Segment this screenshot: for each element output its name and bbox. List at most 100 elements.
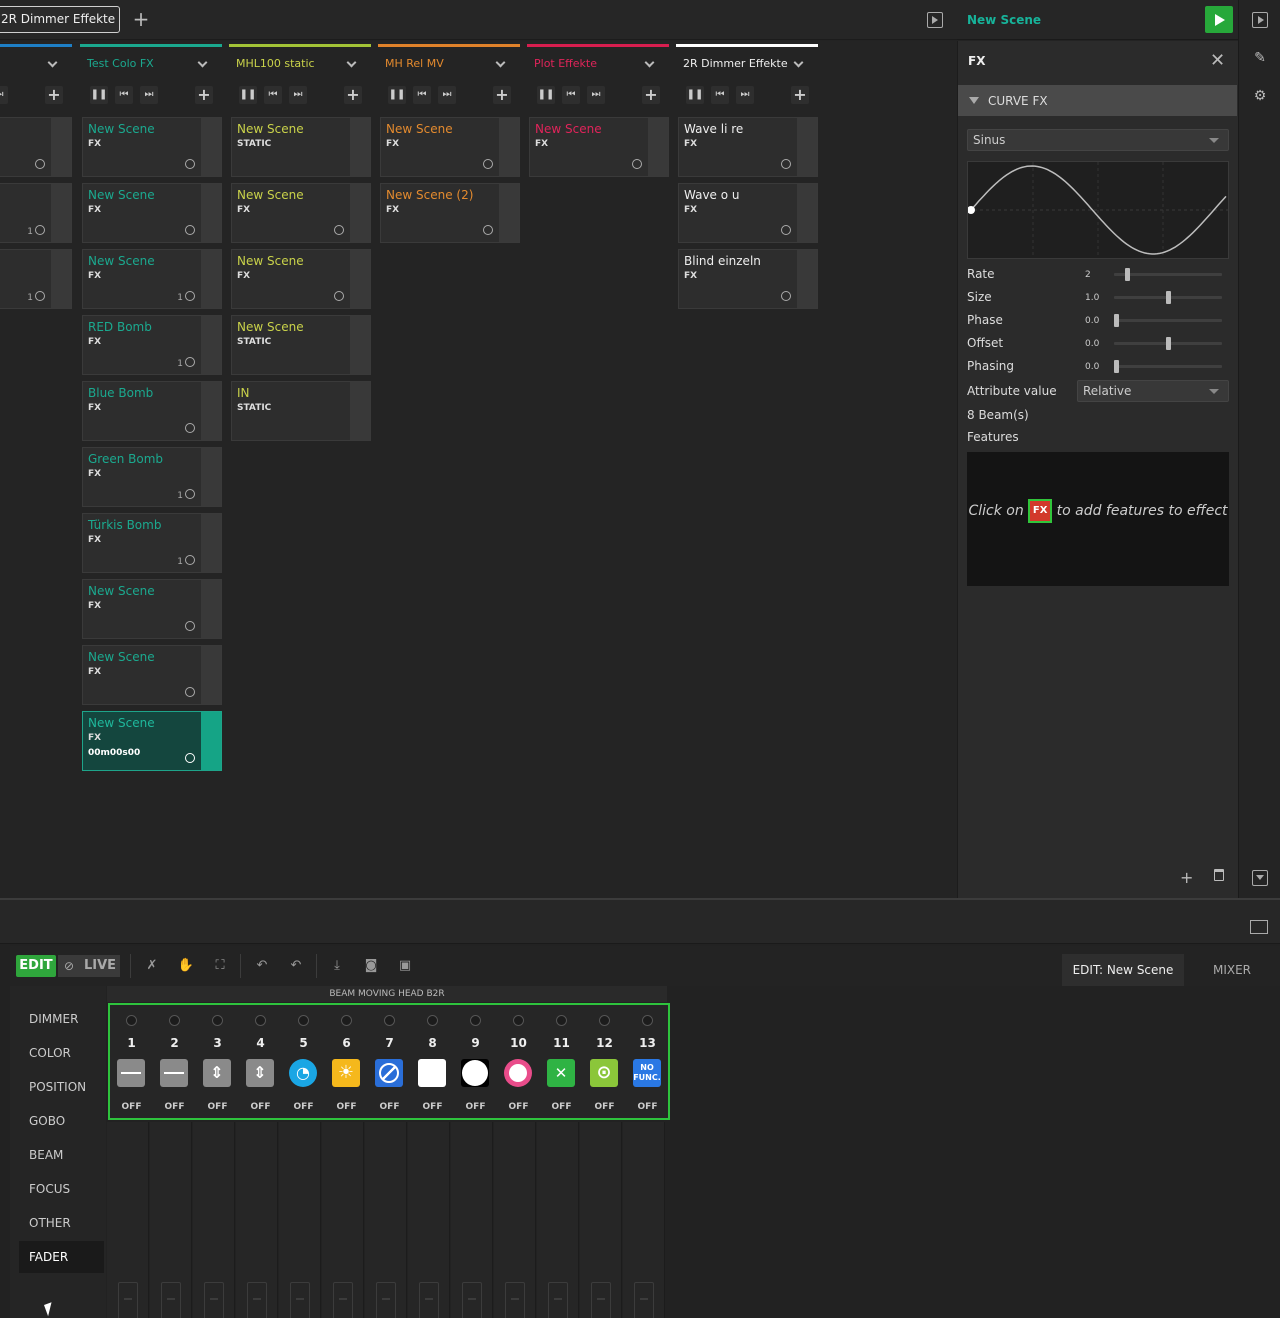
scene-side-strip[interactable] bbox=[797, 118, 817, 176]
live-mode-button[interactable]: LIVE bbox=[80, 955, 120, 977]
pause-icon[interactable]: ❚❚ bbox=[686, 86, 704, 104]
scene-side-strip[interactable] bbox=[201, 250, 221, 308]
tab-mixer[interactable]: MIXER bbox=[1184, 954, 1280, 986]
scene-side-strip[interactable] bbox=[499, 184, 519, 242]
select-dot[interactable] bbox=[642, 1015, 653, 1026]
select-dot[interactable] bbox=[255, 1015, 266, 1026]
scene-card[interactable]: Türkis Bomb FX 1 bbox=[82, 513, 222, 573]
previous-icon[interactable]: ⏮ bbox=[562, 86, 580, 104]
fader-knob[interactable] bbox=[204, 1282, 224, 1318]
slider-h-icon[interactable] bbox=[160, 1059, 188, 1087]
category-focus[interactable]: FOCUS bbox=[19, 1173, 104, 1205]
no-function-icon[interactable]: NO FUNC. bbox=[633, 1059, 661, 1087]
slider-thumb[interactable] bbox=[1114, 314, 1119, 327]
add-scene-button[interactable]: + bbox=[791, 86, 809, 104]
scene-card[interactable]: RED Bomb FX 1 bbox=[82, 315, 222, 375]
pause-icon[interactable]: ❚❚ bbox=[90, 86, 108, 104]
select-dot[interactable] bbox=[513, 1015, 524, 1026]
add-scene-button[interactable]: + bbox=[195, 86, 213, 104]
select-dot[interactable] bbox=[427, 1015, 438, 1026]
column-title[interactable]: 2R Dimmer Effekte bbox=[683, 57, 788, 70]
slider-thumb[interactable] bbox=[1114, 360, 1119, 373]
add-scene-button[interactable]: + bbox=[493, 86, 511, 104]
previous-icon[interactable]: ⏮ bbox=[711, 86, 729, 104]
close-icon[interactable]: ✕ bbox=[1210, 50, 1225, 71]
scene-side-strip[interactable] bbox=[201, 382, 221, 440]
scene-side-strip[interactable] bbox=[350, 250, 370, 308]
reset-x-icon[interactable]: ✕ bbox=[547, 1059, 575, 1087]
hand-icon[interactable]: ✋ bbox=[176, 957, 196, 975]
next-icon[interactable]: ⏭ bbox=[736, 86, 754, 104]
scene-card[interactable]: Blue Bomb FX bbox=[82, 381, 222, 441]
channel[interactable]: 7 OFF bbox=[368, 1005, 411, 1118]
param-slider[interactable] bbox=[1114, 291, 1222, 304]
add-tab-button[interactable]: + bbox=[132, 8, 150, 30]
add-scene-button[interactable]: + bbox=[344, 86, 362, 104]
white-circle-icon[interactable] bbox=[461, 1059, 489, 1087]
clear-dimmer-icon[interactable]: ✗ bbox=[142, 957, 162, 975]
column-title[interactable]: Plot Effekte bbox=[534, 57, 597, 70]
fader-knob[interactable] bbox=[161, 1282, 181, 1318]
focus-target-icon[interactable]: ⊙ bbox=[590, 1059, 618, 1087]
scene-side-strip[interactable] bbox=[201, 580, 221, 638]
curve-fx-section-header[interactable]: CURVE FX bbox=[958, 85, 1237, 116]
play-button[interactable] bbox=[1205, 6, 1233, 33]
select-dot[interactable] bbox=[298, 1015, 309, 1026]
scene-card[interactable]: Wave li re FX bbox=[678, 117, 818, 177]
add-scene-button[interactable]: + bbox=[45, 86, 63, 104]
scene-side-strip[interactable] bbox=[201, 184, 221, 242]
collapse-panel-icon[interactable] bbox=[1252, 870, 1268, 886]
scene-side-strip[interactable] bbox=[201, 118, 221, 176]
next-icon[interactable]: ⏭ bbox=[587, 86, 605, 104]
slider-thumb[interactable] bbox=[1125, 268, 1131, 281]
scene-side-strip[interactable] bbox=[350, 184, 370, 242]
channel[interactable]: 4 ⇕ OFF bbox=[239, 1005, 282, 1118]
channel[interactable]: 11 ✕ OFF bbox=[540, 1005, 583, 1118]
download-icon[interactable]: ⤓ bbox=[327, 957, 347, 975]
category-color[interactable]: COLOR bbox=[19, 1037, 104, 1069]
speed-gauge-icon[interactable]: ◔ bbox=[289, 1059, 317, 1087]
scene-side-strip[interactable] bbox=[797, 184, 817, 242]
chevron-down-icon[interactable] bbox=[793, 57, 804, 68]
scene-card[interactable]: New Scene FX bbox=[231, 249, 371, 309]
tab-edit-scene[interactable]: EDIT: New Scene bbox=[1062, 954, 1184, 986]
previous-icon[interactable]: ⏮ bbox=[115, 86, 133, 104]
category-position[interactable]: POSITION bbox=[19, 1071, 104, 1103]
scene-card[interactable]: IN STATIC bbox=[231, 381, 371, 441]
no-shutter-icon[interactable] bbox=[375, 1059, 403, 1087]
fader-knob[interactable] bbox=[419, 1282, 439, 1318]
slider-thumb[interactable] bbox=[1165, 291, 1171, 304]
fader-knob[interactable] bbox=[591, 1282, 611, 1318]
scene-title[interactable]: New Scene bbox=[967, 13, 1041, 27]
channel[interactable]: 1 OFF bbox=[110, 1005, 153, 1118]
channel[interactable]: 9 OFF bbox=[454, 1005, 497, 1118]
select-dot[interactable] bbox=[341, 1015, 352, 1026]
category-fader[interactable]: FADER bbox=[19, 1241, 104, 1273]
scene-card[interactable]: New Scene FX bbox=[380, 117, 520, 177]
pause-icon[interactable]: ❚❚ bbox=[239, 86, 257, 104]
slider-v-icon[interactable]: ⇕ bbox=[203, 1059, 231, 1087]
scene-card[interactable]: New Scene FX bbox=[231, 183, 371, 243]
channel[interactable]: 3 ⇕ OFF bbox=[196, 1005, 239, 1118]
scene-card[interactable] bbox=[0, 117, 72, 177]
column-title[interactable]: MHL100 static bbox=[236, 57, 315, 70]
panel-toggle-icon[interactable] bbox=[927, 12, 943, 28]
scene-side-strip[interactable] bbox=[201, 712, 221, 770]
channel[interactable]: 6 ☀ OFF bbox=[325, 1005, 368, 1118]
scene-side-strip[interactable] bbox=[350, 382, 370, 440]
scene-side-strip[interactable] bbox=[499, 118, 519, 176]
undo-selection-icon[interactable]: ↶ bbox=[286, 957, 306, 975]
undo-all-icon[interactable]: ↶ bbox=[252, 957, 272, 975]
scene-card[interactable]: Wave o u FX bbox=[678, 183, 818, 243]
fader-knob[interactable] bbox=[548, 1282, 568, 1318]
channel[interactable]: 5 ◔ OFF bbox=[282, 1005, 325, 1118]
add-scene-button[interactable]: + bbox=[642, 86, 660, 104]
trash-icon[interactable] bbox=[1214, 869, 1224, 881]
category-other[interactable]: OTHER bbox=[19, 1207, 104, 1239]
scene-card[interactable]: New Scene FX bbox=[82, 117, 222, 177]
channel[interactable]: 2 OFF bbox=[153, 1005, 196, 1118]
slider-h-icon[interactable] bbox=[117, 1059, 145, 1087]
add-feature-icon[interactable]: + bbox=[1180, 868, 1193, 887]
scene-card[interactable]: 1 bbox=[0, 249, 72, 309]
fader-knob[interactable] bbox=[290, 1282, 310, 1318]
